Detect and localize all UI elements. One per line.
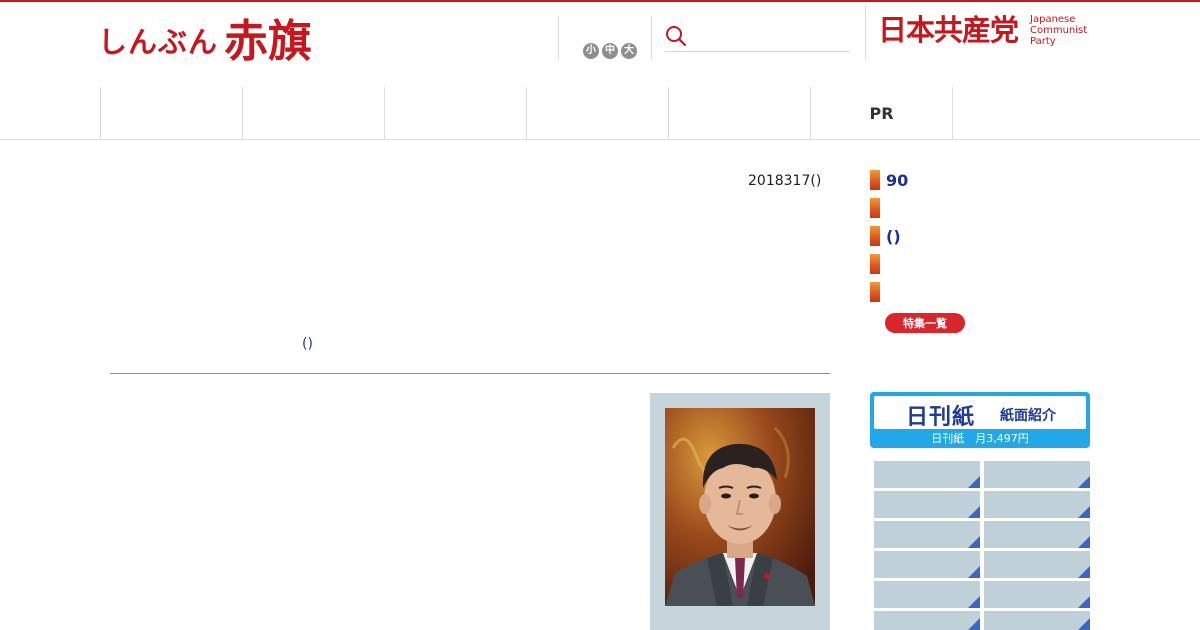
font-size-switcher: 小 中 大 — [583, 43, 637, 59]
photo-frame — [650, 393, 830, 630]
nikkan-banner[interactable]: 日刊紙 紙面紹介 日刊紙 月3,497円 — [870, 392, 1090, 448]
sidebar-grid-button[interactable] — [984, 581, 1090, 608]
sidebar-grid-button[interactable] — [874, 551, 980, 578]
sidebar-grid-button[interactable] — [984, 551, 1090, 578]
speaker-photo — [665, 408, 815, 606]
article-date: 2018317() — [748, 173, 822, 189]
feature-label: 90 — [886, 170, 909, 190]
feature-link[interactable] — [870, 254, 886, 274]
nav-divider — [952, 87, 953, 139]
sidebar-grid-button[interactable] — [874, 521, 980, 548]
feature-link[interactable] — [870, 198, 886, 218]
article-related-link[interactable]: () — [302, 336, 313, 352]
sidebar-grid-button[interactable] — [874, 581, 980, 608]
header-divider — [651, 16, 652, 60]
feature-label: () — [886, 226, 901, 246]
sidebar-grid-button[interactable] — [874, 491, 980, 518]
feature-marker-icon — [870, 170, 880, 190]
header-divider — [865, 4, 866, 60]
sidebar-grid-button[interactable] — [984, 491, 1090, 518]
feature-list-button[interactable]: 特集一覧 — [885, 313, 965, 333]
sidebar-grid-button[interactable] — [874, 611, 980, 630]
font-size-small-button[interactable]: 小 — [583, 43, 599, 59]
feature-marker-icon — [870, 198, 880, 218]
akahata-logo[interactable]: しんぶん 赤旗 — [98, 12, 312, 64]
jcp-en-line: Japanese — [1030, 14, 1076, 25]
feature-link[interactable]: 90 — [870, 170, 908, 190]
nikkan-price: 日刊紙 月3,497円 — [931, 432, 1029, 445]
top-accent-line — [0, 0, 1200, 2]
feature-marker-icon — [870, 254, 880, 274]
feature-marker-icon — [870, 282, 880, 302]
jcp-logo-english: Japanese Communist Party — [1030, 14, 1087, 47]
jcp-logo[interactable]: 日本共産党 Japanese Communist Party — [878, 14, 1087, 47]
jcp-en-line: Party — [1030, 36, 1056, 47]
nav-item[interactable] — [384, 87, 526, 139]
feature-link[interactable]: () — [870, 226, 901, 246]
nav-item[interactable] — [668, 87, 810, 139]
speaker-photo-image — [665, 408, 815, 606]
feature-marker-icon — [870, 226, 880, 246]
sidebar-grid-button[interactable] — [874, 461, 980, 488]
sidebar-grid-button[interactable] — [984, 521, 1090, 548]
font-size-medium-button[interactable]: 中 — [602, 43, 618, 59]
nav-item[interactable] — [100, 87, 242, 139]
nikkan-banner-header: 日刊紙 紙面紹介 — [874, 396, 1086, 430]
nikkan-title: 日刊紙 — [906, 405, 976, 430]
sidebar-grid-button[interactable] — [984, 611, 1090, 630]
nav-item[interactable] — [526, 87, 668, 139]
article-divider — [110, 373, 830, 374]
logo-kana: しんぶん — [98, 25, 219, 59]
search-box — [665, 24, 850, 52]
main-nav: PR — [0, 87, 1200, 140]
sidebar-grid-button[interactable] — [984, 461, 1090, 488]
jcp-logo-kanji: 日本共産党 — [878, 13, 1019, 47]
search-input[interactable] — [695, 26, 845, 48]
feature-link[interactable] — [870, 282, 886, 302]
search-icon[interactable] — [665, 25, 687, 47]
logo-kanji: 赤旗 — [224, 16, 313, 67]
nikkan-subtitle: 紙面紹介 — [1000, 408, 1056, 424]
nav-item[interactable] — [242, 87, 384, 139]
font-size-large-button[interactable]: 大 — [621, 43, 637, 59]
nav-item-pr[interactable]: PR — [810, 87, 952, 139]
jcp-en-line: Communist — [1030, 25, 1088, 36]
header-divider — [558, 16, 559, 60]
